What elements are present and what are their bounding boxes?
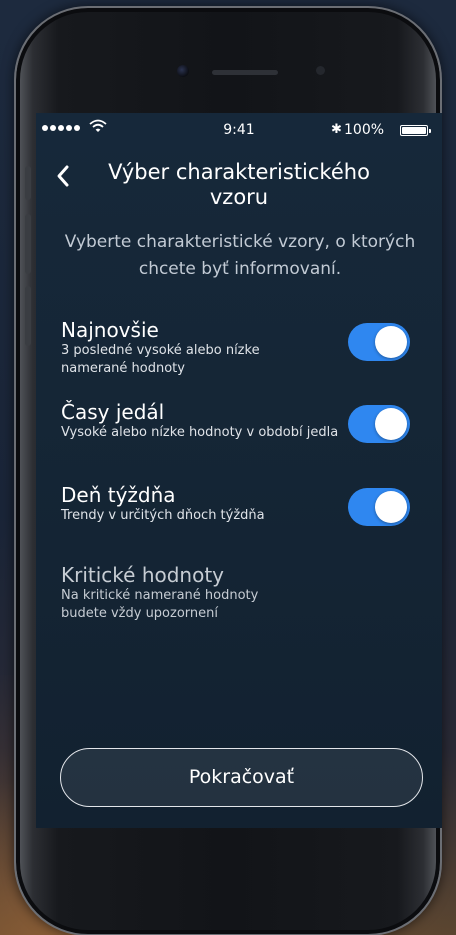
page-title: Výber charakteristického vzoru	[108, 160, 370, 209]
pattern-description: Trendy v určitých dňoch týždňa	[61, 508, 265, 523]
proximity-sensor	[316, 66, 325, 75]
toggle-mealtimes[interactable]	[348, 405, 410, 443]
chevron-left-icon[interactable]	[52, 163, 74, 189]
pattern-description: 3 posledné vysoké alebo nízke namerané h…	[61, 343, 260, 376]
pattern-description: Vysoké alebo nízke hodnoty v období jedl…	[61, 425, 339, 440]
battery-percentage: 100%	[344, 122, 385, 138]
continue-button[interactable]: Pokračovať	[60, 748, 423, 807]
critical-values-row: Kritické hodnoty Na kritické namerané ho…	[61, 563, 431, 623]
critical-title: Kritické hodnoty	[61, 563, 225, 587]
toggle-knob	[375, 491, 407, 523]
status-bar: 9:41 ✱ 100%	[36, 113, 442, 147]
front-camera	[177, 65, 189, 77]
critical-description: Na kritické namerané hodnoty budete vždy…	[61, 588, 259, 621]
intro-text: Vyberte charakteristické vzory, o ktorýc…	[64, 232, 416, 279]
phone-mute-switch	[25, 166, 31, 200]
phone-volume-down-button	[25, 286, 31, 346]
bluetooth-icon: ✱	[331, 122, 342, 137]
toggle-weekday[interactable]	[348, 488, 410, 526]
earpiece-speaker	[212, 70, 278, 75]
toggle-latest[interactable]	[348, 323, 410, 361]
battery-icon	[400, 125, 431, 136]
toggle-knob	[375, 408, 407, 440]
toggle-knob	[375, 326, 407, 358]
app-screen: 9:41 ✱ 100% Výber charakteristického vzo…	[36, 113, 442, 828]
phone-volume-up-button	[25, 214, 31, 274]
